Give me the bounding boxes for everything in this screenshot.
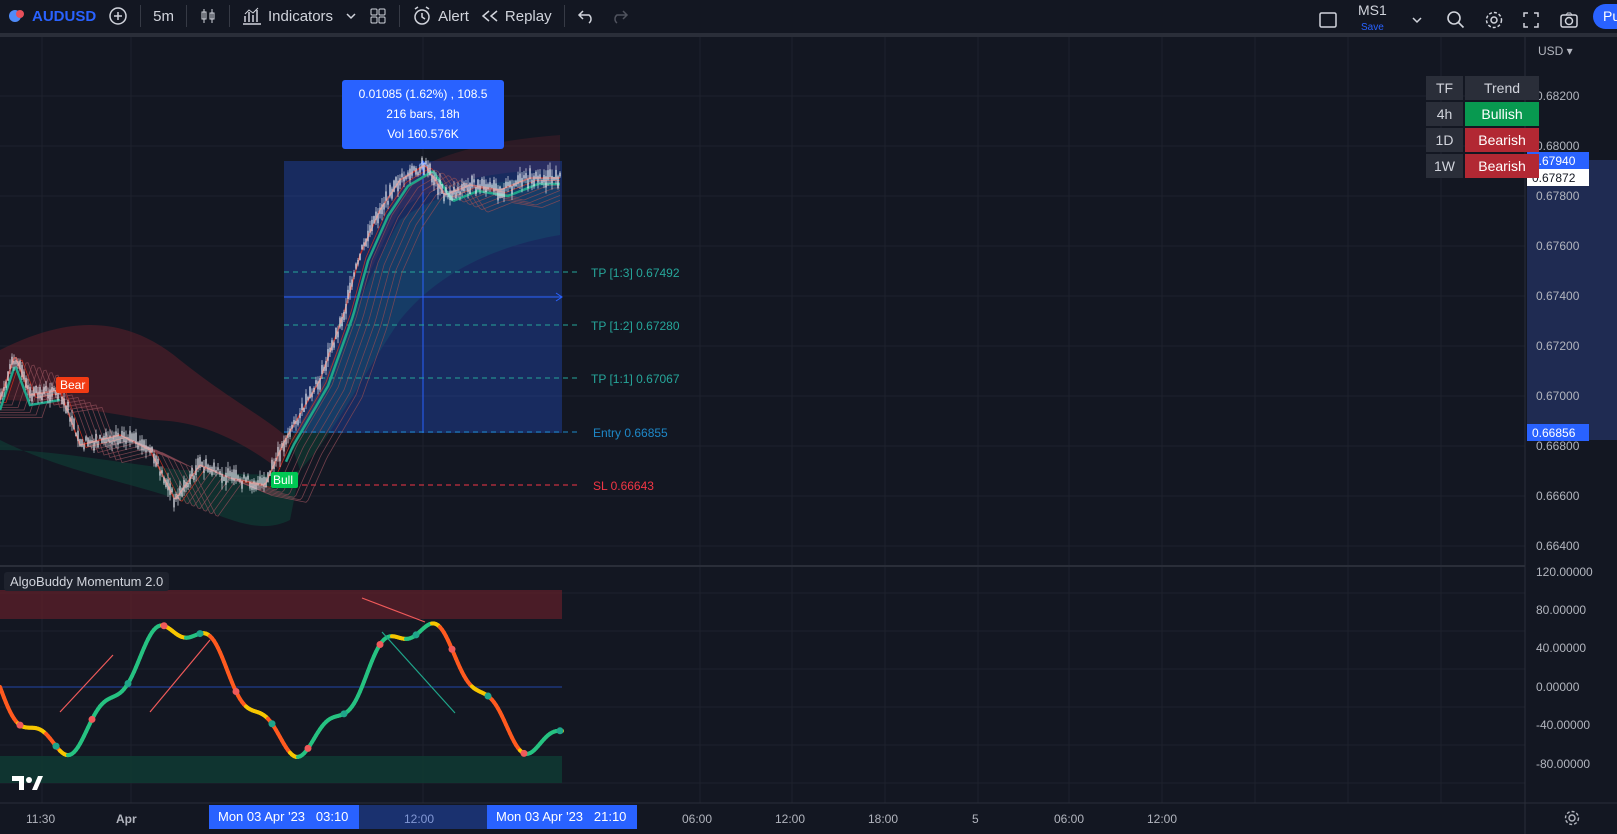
- price-scale-label: 0.67800: [1536, 189, 1580, 203]
- price-scale-label: 0.66800: [1536, 439, 1580, 453]
- range-start-tag: Mon 03 Apr '23 03:10: [209, 805, 359, 829]
- time-label: 06:00: [1054, 812, 1084, 826]
- oversold-zone: [0, 756, 562, 783]
- measure-info-box: 0.01085 (1.62%) , 108.5 216 bars, 18h Vo…: [342, 80, 504, 149]
- price-scale-label: 0.66600: [1536, 489, 1580, 503]
- indicator-scale-label: -80.00000: [1536, 757, 1590, 771]
- price-scale-label: 0.66400: [1536, 539, 1580, 553]
- measure-change: 0.01085 (1.62%) , 108.5: [358, 87, 488, 101]
- price-scale-label: 0.67000: [1536, 389, 1580, 403]
- price-scale-label: 0.68000: [1536, 139, 1580, 153]
- time-label: 11:30: [26, 812, 55, 826]
- time-label: 12:00: [1147, 812, 1177, 826]
- indicator-scale-label: 80.00000: [1536, 603, 1586, 617]
- tp3-label: TP [1:3] 0.67492: [591, 266, 680, 280]
- time-label: 18:00: [868, 812, 898, 826]
- indicator-scale-label: 40.00000: [1536, 641, 1586, 655]
- momentum-oscillator: [0, 597, 564, 759]
- price-scale-label: 0.67600: [1536, 239, 1580, 253]
- trend-table-header-tf: TF: [1426, 76, 1463, 100]
- time-label: 06:00: [682, 812, 712, 826]
- range-end-tag: Mon 03 Apr '23 21:10: [487, 805, 637, 829]
- overbought-zone: [0, 590, 562, 619]
- entry-price: 0.66856: [1532, 426, 1576, 440]
- currency-label: USD: [1538, 44, 1564, 58]
- indicator-scale-label: 120.00000: [1536, 565, 1593, 579]
- tradingview-logo-icon: [12, 776, 43, 790]
- price-scale-label: 0.67400: [1536, 289, 1580, 303]
- indicator-scale-label: -40.00000: [1536, 718, 1590, 732]
- time-label: 12:00: [775, 812, 805, 826]
- entry-label: Entry 0.66855: [593, 426, 668, 440]
- tradingview-logo[interactable]: [12, 774, 44, 797]
- time-label: Apr: [116, 812, 137, 826]
- trend-table: TF Trend 4h Bullish 1D Bearish 1W Bearis…: [1424, 74, 1541, 180]
- trend-table-trend: Bullish: [1465, 102, 1539, 126]
- indicator-title[interactable]: AlgoBuddy Momentum 2.0: [4, 572, 170, 591]
- tp2-label: TP [1:2] 0.67280: [591, 319, 680, 333]
- time-label: 5: [972, 812, 979, 826]
- chart-canvas[interactable]: TP [1:3] 0.67492 TP [1:2] 0.67280 TP [1:…: [0, 0, 1617, 834]
- pane-separator[interactable]: [0, 565, 1525, 567]
- trend-table-trend: Bearish: [1465, 154, 1539, 178]
- trend-table-trend: Bearish: [1465, 128, 1539, 152]
- price-scale-label: 0.67200: [1536, 339, 1580, 353]
- tp1-label: TP [1:1] 0.67067: [591, 372, 680, 386]
- currency-selector[interactable]: USD ▾: [1538, 44, 1573, 58]
- bull-signal-label: Bull: [273, 473, 293, 487]
- chart-settings-gear-icon[interactable]: [1564, 810, 1580, 826]
- indicator-scale[interactable]: 120.00000 80.00000 40.00000 0.00000 -40.0000…: [1536, 565, 1593, 771]
- price-scale-label: 0.68200: [1536, 89, 1580, 103]
- trend-table-tf: 1W: [1426, 154, 1463, 178]
- bear-signal-label: Bear: [60, 378, 85, 392]
- sl-label: SL 0.66643: [593, 479, 654, 493]
- indicator-scale-label: 0.00000: [1536, 680, 1580, 694]
- trend-table-tf: 1D: [1426, 128, 1463, 152]
- trend-table-tf: 4h: [1426, 102, 1463, 126]
- trend-table-header-trend: Trend: [1465, 76, 1539, 100]
- measure-bars: 216 bars, 18h: [386, 107, 460, 121]
- measure-volume: Vol 160.576K: [387, 127, 459, 141]
